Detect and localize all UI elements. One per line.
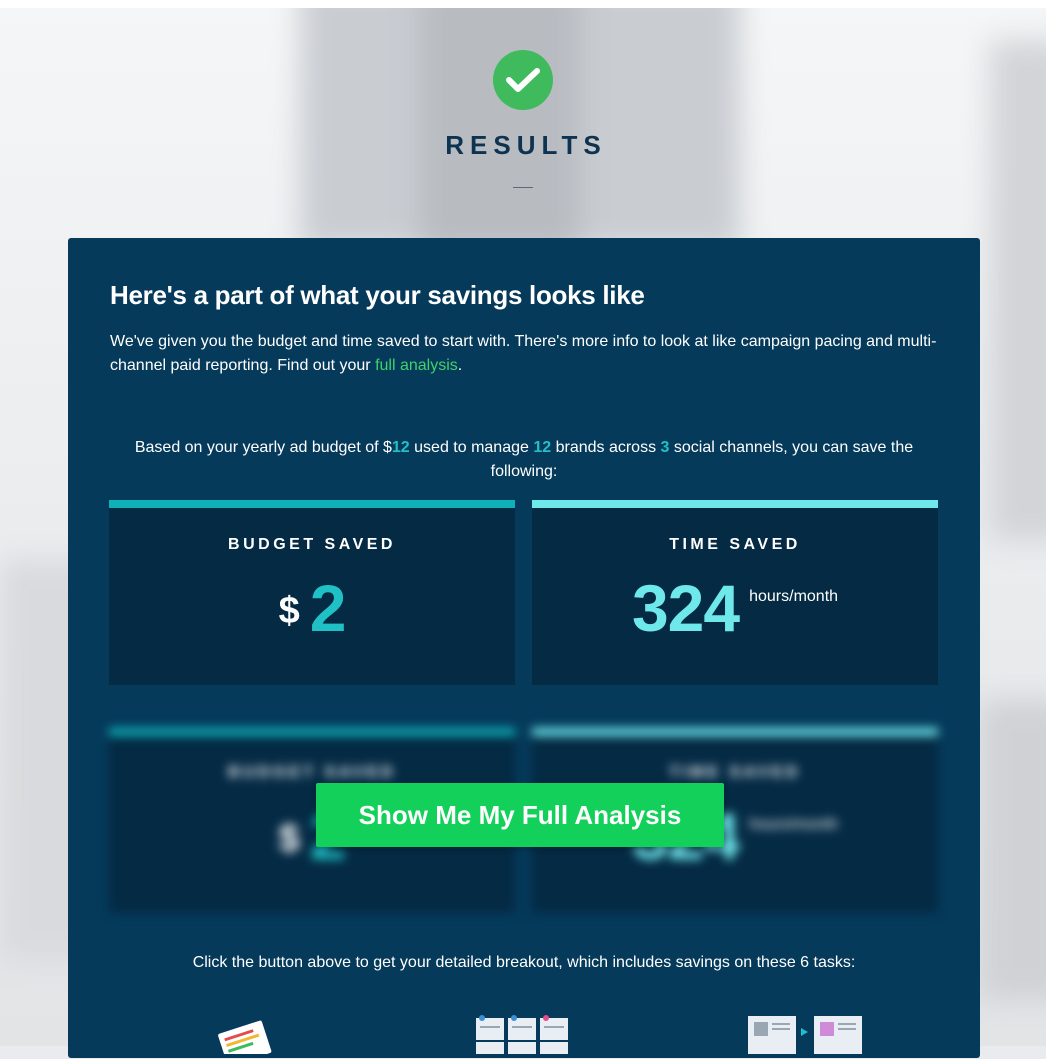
budget-value: 12 <box>391 439 410 456</box>
basis-text: used to manage <box>409 439 534 456</box>
time-value-row: 324 hours/month <box>532 568 938 648</box>
top-white-strip <box>0 0 1046 8</box>
time-accent-bar <box>532 500 938 508</box>
budget-saved-label: BUDGET SAVED <box>228 536 396 553</box>
full-analysis-link[interactable]: full analysis <box>375 357 458 374</box>
content-workflow-icon <box>746 1014 866 1059</box>
currency-symbol: $ <box>278 590 300 632</box>
locked-currency: $ <box>278 818 300 860</box>
results-title: RESULTS <box>445 130 607 160</box>
report-card-icon <box>216 1014 276 1059</box>
show-full-analysis-button[interactable]: Show Me My Full Analysis <box>316 783 724 847</box>
basis-text: brands across <box>551 439 661 456</box>
results-header: RESULTS <box>0 50 1046 188</box>
checkmark-icon <box>493 50 553 110</box>
time-saved-value: 324 <box>631 571 740 645</box>
time-saved-label: TIME SAVED <box>669 536 801 553</box>
time-saved-panel: TIME SAVED 324 hours/month <box>532 500 938 685</box>
title-divider <box>513 187 533 188</box>
locked-time-label: TIME SAVED <box>669 764 801 781</box>
locked-time-bar <box>532 728 938 736</box>
card-heading: Here's a part of what your savings looks… <box>110 280 645 310</box>
locked-budget-bar <box>109 728 515 736</box>
intro-end: . <box>457 357 463 374</box>
basis-text: Based on your yearly ad budget of $ <box>134 439 392 456</box>
brands-count: 12 <box>533 439 552 456</box>
time-unit: hours/month <box>749 588 839 605</box>
calendar-grid-icon <box>474 1014 574 1059</box>
budget-saved-panel: BUDGET SAVED $ 2 <box>109 500 515 685</box>
intro-text: We've given you the budget and time save… <box>110 333 937 374</box>
locked-budget-label: BUDGET SAVED <box>228 764 396 781</box>
budget-accent-bar <box>109 500 515 508</box>
budget-value-row: $ 2 <box>109 568 515 648</box>
intro-paragraph: We've given you the budget and time save… <box>110 330 950 378</box>
locked-time-unit: hours/month <box>749 816 839 833</box>
tasks-note: Click the button above to get your detai… <box>192 954 856 971</box>
budget-basis-text: Based on your yearly ad budget of $12 us… <box>108 436 940 484</box>
results-card: Here's a part of what your savings looks… <box>68 238 980 1059</box>
budget-saved-value: 2 <box>309 571 347 645</box>
